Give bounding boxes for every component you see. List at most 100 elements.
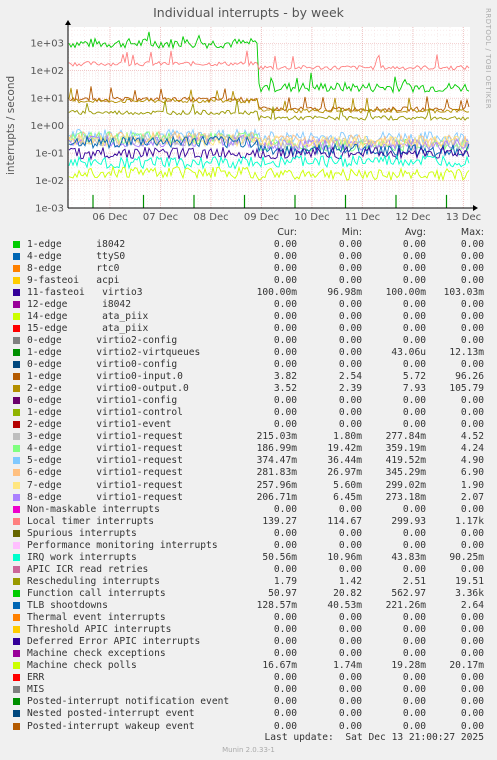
series-name: Nested posted-interrupt event bbox=[27, 708, 195, 720]
y-tick-label: 1e-01 bbox=[35, 149, 64, 160]
series-name: 15-edge ata_piix bbox=[27, 322, 149, 334]
series-avg: 345.29m bbox=[385, 467, 426, 479]
series-avg: 0.00 bbox=[402, 395, 426, 407]
series-swatch bbox=[13, 276, 20, 284]
series-avg: 0.00 bbox=[402, 310, 426, 322]
series-swatch bbox=[13, 541, 20, 549]
series-name: Performance monitoring interrupts bbox=[27, 539, 218, 551]
legend-row: 6-edge virtio1-request 281.83m 26.97m 345.2… bbox=[0, 467, 497, 479]
series-name: 6-edge virtio1-request bbox=[27, 467, 183, 479]
series-swatch bbox=[13, 457, 20, 465]
series-max: 0.00 bbox=[460, 539, 484, 551]
legend-row: 1-edge virtio0-input.0 3.82 2.54 5.72 96.26 bbox=[0, 371, 497, 383]
series-cur: 0.00 bbox=[273, 539, 297, 551]
series-max: 0.00 bbox=[460, 298, 484, 310]
legend-row: 8-edge rtc0 0.00 0.00 0.00 0.00 bbox=[0, 263, 497, 275]
series-max: 1.17k bbox=[455, 515, 484, 527]
legend-row: 14-edge ata_piix 0.00 0.00 0.00 0.00 bbox=[0, 311, 497, 323]
legend-row: 5-edge virtio1-request 374.47m 36.44m 419.5… bbox=[0, 455, 497, 467]
series-cur: 0.00 bbox=[273, 612, 297, 624]
series-min: 20.82 bbox=[333, 587, 362, 599]
series-cur: 206.71m bbox=[256, 491, 297, 503]
series-cur: 139.27 bbox=[262, 515, 297, 527]
series-max: 20.17m bbox=[449, 660, 484, 672]
series-max: 105.79 bbox=[449, 383, 484, 395]
series-avg: 0.00 bbox=[402, 527, 426, 539]
series-swatch bbox=[13, 336, 20, 344]
series-min: 0.00 bbox=[338, 612, 362, 624]
x-tick-label: 06 Dec bbox=[92, 212, 127, 223]
series-max: 0.00 bbox=[460, 527, 484, 539]
series-name: 8-edge virtio1-request bbox=[27, 491, 183, 503]
series-cur: 0.00 bbox=[273, 310, 297, 322]
series-max: 0.00 bbox=[460, 419, 484, 431]
series-name: 0-edge virtio1-config bbox=[27, 395, 178, 407]
series-min: 0.00 bbox=[338, 359, 362, 370]
series-avg: 0.00 bbox=[402, 334, 426, 346]
series-name: 11-fasteoi virtio3 bbox=[27, 286, 143, 298]
series-swatch bbox=[13, 517, 20, 525]
series-max: 96.26 bbox=[455, 371, 484, 383]
series-swatch bbox=[13, 505, 20, 513]
series-name: 1-edge virtio2-virtqueues bbox=[27, 346, 201, 358]
legend-row: Function call interrupts 50.97 20.82 562.97… bbox=[0, 588, 497, 600]
series-cur: 0.00 bbox=[273, 708, 297, 720]
series-avg: 0.00 bbox=[402, 274, 426, 286]
series-swatch bbox=[13, 324, 20, 332]
x-tick-label: 12 Dec bbox=[395, 212, 430, 223]
series-name: Local timer interrupts bbox=[27, 515, 155, 527]
series-min: 0.00 bbox=[338, 720, 362, 732]
series-swatch bbox=[13, 589, 20, 597]
y-tick-label: 1e+02 bbox=[30, 66, 64, 77]
series-name: 12-edge i8042 bbox=[27, 298, 131, 310]
legend-row: Thermal event interrupts 0.00 0.00 0.00 0.00 bbox=[0, 612, 497, 624]
series-avg: 0.00 bbox=[402, 672, 426, 684]
series-max: 0.00 bbox=[460, 322, 484, 334]
x-tick-label: 09 Dec bbox=[244, 212, 279, 223]
series-cur: 16.67m bbox=[262, 660, 297, 672]
series-swatch bbox=[13, 638, 20, 646]
series-swatch bbox=[13, 710, 20, 718]
legend-row: Posted-interrupt notification event 0.00 0… bbox=[0, 696, 497, 708]
series-name: 3-edge virtio1-request bbox=[27, 431, 183, 443]
series-min: 19.42m bbox=[327, 443, 362, 455]
series-name: MIS bbox=[27, 684, 45, 696]
series-min: 5.60m bbox=[333, 479, 362, 491]
series-name: 4-edge ttyS0 bbox=[27, 250, 126, 262]
series-min: 114.67 bbox=[327, 515, 362, 527]
series-avg: 19.28m bbox=[391, 660, 426, 672]
header-max: Max: bbox=[460, 227, 484, 238]
series-swatch bbox=[13, 240, 20, 248]
legend-row: 1-edge i8042 0.00 0.00 0.00 0.00 bbox=[0, 239, 497, 251]
series-avg: 43.06u bbox=[391, 346, 426, 358]
series-max: 0.00 bbox=[460, 636, 484, 648]
series-avg: 0.00 bbox=[402, 648, 426, 660]
legend-row: ERR 0.00 0.00 0.00 0.00 bbox=[0, 672, 497, 684]
series-min: 26.97m bbox=[327, 467, 362, 479]
series-min: 0.00 bbox=[338, 503, 362, 515]
series-swatch bbox=[13, 577, 20, 585]
series-min: 0.00 bbox=[338, 238, 362, 250]
series-name: Non-maskable interrupts bbox=[27, 503, 160, 515]
plot-area: 1e-03 1e-02 1e-01 1e+00 1e+01 1e+02 1e+03 06 De… bbox=[30, 20, 481, 223]
series-min: 36.44m bbox=[327, 455, 362, 467]
series-avg: 299.02m bbox=[385, 479, 426, 491]
series-swatch bbox=[13, 288, 20, 296]
y-axis-arrow bbox=[65, 20, 71, 25]
series-avg: 2.51 bbox=[402, 575, 426, 587]
series-name: 5-edge virtio1-request bbox=[27, 455, 183, 467]
legend-row: 11-fasteoi virtio3 100.00m 96.98m 100.00m 10… bbox=[0, 287, 497, 299]
series-min: 1.74m bbox=[333, 660, 362, 672]
series-name: Thermal event interrupts bbox=[27, 612, 166, 624]
series-swatch bbox=[13, 300, 20, 308]
last-update: Last update: Sat Dec 13 21:00:27 2025 bbox=[264, 732, 485, 743]
series-swatch bbox=[13, 602, 20, 609]
series-max: 103.03m bbox=[443, 286, 484, 298]
series-avg: 0.00 bbox=[402, 503, 426, 515]
series-min: 0.00 bbox=[338, 262, 362, 274]
header-cur: Cur: bbox=[277, 227, 297, 238]
series-cur: 215.03m bbox=[256, 431, 297, 443]
series-avg: 277.84m bbox=[385, 431, 426, 443]
series-name: 1-edge virtio0-input.0 bbox=[27, 371, 183, 383]
series-swatch bbox=[13, 565, 20, 573]
